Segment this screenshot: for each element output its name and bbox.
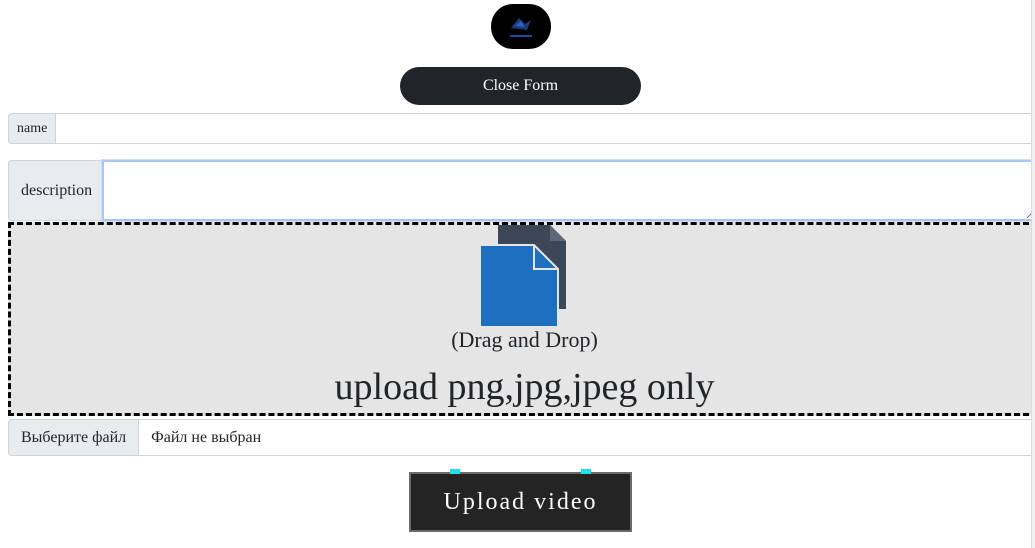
description-textarea[interactable]	[102, 160, 1035, 221]
file-status-text: Файл не выбран	[139, 419, 1035, 456]
upload-video-button[interactable]: Upload video	[409, 472, 632, 532]
drag-drop-hint: (Drag and Drop)	[451, 327, 598, 352]
logo	[491, 4, 551, 49]
file-dropzone[interactable]: (Drag and Drop) upload png,jpg,jpeg only	[8, 222, 1035, 416]
name-input[interactable]	[55, 113, 1035, 144]
name-field-group: name	[8, 113, 1035, 144]
description-field-group: description	[8, 160, 1035, 221]
resize-handle-left[interactable]	[450, 469, 460, 474]
file-input-group: Выберите файл Файл не выбран	[8, 419, 1035, 456]
allowed-formats-text: upload png,jpg,jpeg only	[334, 366, 715, 408]
resize-handle-right[interactable]	[581, 469, 591, 474]
files-icon	[479, 225, 566, 328]
scrollbar[interactable]	[1031, 0, 1035, 548]
name-label: name	[8, 113, 55, 144]
choose-file-button[interactable]: Выберите файл	[8, 419, 140, 456]
close-form-button[interactable]: Close Form	[400, 67, 641, 105]
logo-mark-icon	[510, 18, 532, 37]
upload-video-container: Upload video	[409, 469, 632, 532]
description-label: description	[8, 160, 102, 221]
